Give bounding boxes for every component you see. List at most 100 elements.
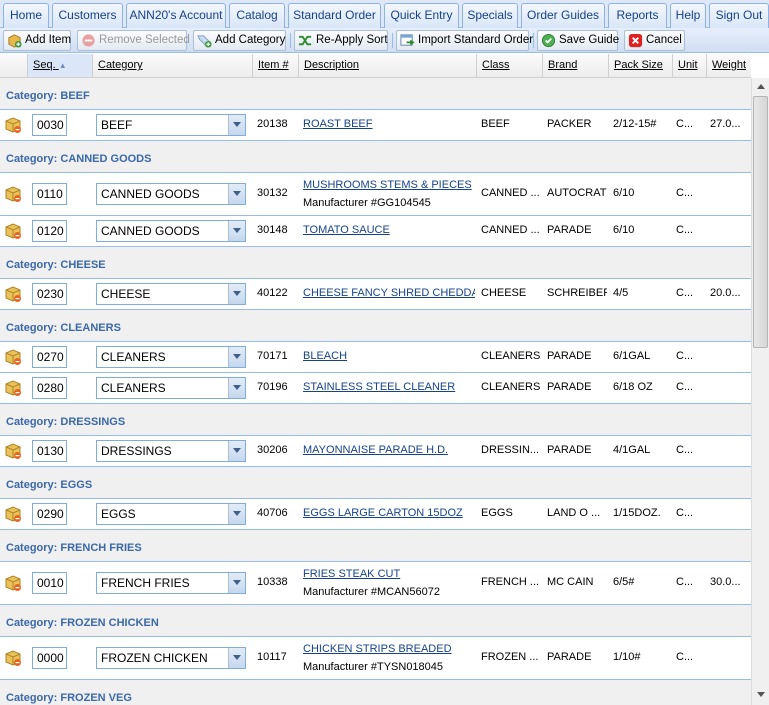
tab-reports[interactable]: Reports (608, 3, 667, 28)
chevron-down-icon[interactable] (228, 504, 245, 524)
category-select[interactable]: CHEESE (96, 283, 246, 305)
column-header-item[interactable]: Item # (252, 54, 298, 77)
remove-item-icon[interactable] (4, 505, 22, 523)
description-link[interactable]: TOMATO SAUCE (303, 224, 475, 236)
remove-item-icon[interactable] (4, 185, 22, 203)
column-header-seq[interactable]: Seq. ▲ (27, 54, 92, 77)
category-group-header[interactable]: Category: FROZEN CHICKEN (0, 605, 751, 637)
category-group-header[interactable]: Category: DRESSINGS (0, 404, 751, 436)
category-select[interactable]: FROZEN CHICKEN (96, 647, 246, 669)
category-select[interactable]: CLEANERS (96, 346, 246, 368)
table-row[interactable]: 0010 FRENCH FRIES 10338 FRIES STEAK CUT Manu… (0, 562, 751, 605)
tab-help[interactable]: Help (670, 3, 706, 28)
sequence-input[interactable]: 0270 (32, 346, 67, 368)
description-link[interactable]: BLEACH (303, 350, 475, 362)
description-link[interactable]: CHEESE FANCY SHRED CHEDDAR (303, 287, 475, 299)
column-header-brand[interactable]: Brand (542, 54, 608, 77)
column-header-description[interactable]: Description (298, 54, 476, 77)
tab-home[interactable]: Home (3, 3, 49, 28)
sequence-input[interactable]: 0010 (32, 572, 67, 594)
chevron-down-icon[interactable] (228, 648, 245, 668)
column-header-class[interactable]: Class (476, 54, 542, 77)
table-row[interactable]: 0280 CLEANERS 70196 STAINLESS STEEL CLEANER… (0, 373, 751, 404)
description-link[interactable]: EGGS LARGE CARTON 15DOZ (303, 507, 475, 519)
category-group-header[interactable]: Category: FRENCH FRIES (0, 530, 751, 562)
description-link[interactable]: CHICKEN STRIPS BREADED (303, 643, 475, 655)
remove-item-icon[interactable] (4, 285, 22, 303)
category-group-header[interactable]: Category: FROZEN VEG (0, 680, 751, 705)
remove-item-icon[interactable] (4, 222, 22, 240)
category-select[interactable]: FRENCH FRIES (96, 572, 246, 594)
column-header-weight[interactable]: Weight (706, 54, 751, 77)
tab-sign-out[interactable]: Sign Out (709, 3, 769, 28)
chevron-down-icon[interactable] (228, 573, 245, 593)
chevron-down-icon[interactable] (228, 347, 245, 367)
table-row[interactable]: 0230 CHEESE 40122 CHEESE FANCY SHRED CHEDDA… (0, 279, 751, 310)
description-link[interactable]: STAINLESS STEEL CLEANER (303, 381, 475, 393)
tab-specials[interactable]: Specials (462, 3, 518, 28)
category-select[interactable]: CLEANERS (96, 377, 246, 399)
tab-quick-entry[interactable]: Quick Entry (384, 3, 459, 28)
table-row[interactable]: 0290 EGGS 40706 EGGS LARGE CARTON 15DOZ EGGS… (0, 499, 751, 530)
sequence-input[interactable]: 0110 (32, 183, 67, 205)
chevron-down-icon[interactable] (228, 284, 245, 304)
description-link[interactable]: MUSHROOMS STEMS & PIECES (303, 179, 475, 191)
category-group-header[interactable]: Category: CLEANERS (0, 310, 751, 342)
scrollbar-thumb[interactable] (753, 96, 768, 348)
sequence-input[interactable]: 0290 (32, 503, 67, 525)
tab-standard-order[interactable]: Standard Order (288, 3, 381, 28)
description-link[interactable]: FRIES STEAK CUT (303, 568, 475, 580)
tab-customers[interactable]: Customers (52, 3, 123, 28)
remove-item-icon[interactable] (4, 379, 22, 397)
import-standard-order-button[interactable]: Import Standard Order (396, 30, 533, 51)
category-select[interactable]: EGGS (96, 503, 246, 525)
sequence-input[interactable]: 0000 (32, 647, 67, 669)
cancel-button[interactable]: Cancel (624, 30, 685, 51)
column-header-unit[interactable]: Unit (672, 54, 706, 77)
table-row[interactable]: 0000 FROZEN CHICKEN 10117 CHICKEN STRIPS BR… (0, 637, 751, 680)
category-group-header[interactable]: Category: EGGS (0, 467, 751, 499)
add-item-button[interactable]: Add Item (3, 30, 71, 51)
table-row[interactable]: 0270 CLEANERS 70171 BLEACH CLEANERS PARADE 6/1… (0, 342, 751, 373)
category-group-header[interactable]: Category: CANNED GOODS (0, 141, 751, 173)
column-header-pack-size[interactable]: Pack Size (608, 54, 672, 77)
remove-item-icon[interactable] (4, 442, 22, 460)
sequence-input[interactable]: 0130 (32, 440, 67, 462)
chevron-down-icon[interactable] (228, 115, 245, 135)
remove-item-icon[interactable] (4, 574, 22, 592)
category-select[interactable]: DRESSINGS (96, 440, 246, 462)
category-group-header[interactable]: Category: CHEESE (0, 247, 751, 279)
category-select[interactable]: CANNED GOODS (96, 183, 246, 205)
remove-item-icon[interactable] (4, 348, 22, 366)
remove-item-icon[interactable] (4, 649, 22, 667)
chevron-down-icon[interactable] (228, 184, 245, 204)
tab-catalog[interactable]: Catalog (229, 3, 285, 28)
table-row[interactable]: 0120 CANNED GOODS 30148 TOMATO SAUCE CANNED … (0, 216, 751, 247)
vertical-scrollbar[interactable] (751, 78, 769, 705)
category-select[interactable]: BEEF (96, 114, 246, 136)
chevron-down-icon[interactable] (228, 441, 245, 461)
chevron-down-icon[interactable] (228, 378, 245, 398)
tab-account[interactable]: ANN20's Account (126, 3, 226, 28)
sequence-input[interactable]: 0280 (32, 377, 67, 399)
reapply-sort-button[interactable]: Re-Apply Sort (294, 30, 388, 51)
category-group-header[interactable]: Category: BEEF (0, 78, 751, 110)
chevron-down-icon[interactable] (228, 221, 245, 241)
column-header-category[interactable]: Category (92, 54, 252, 77)
remove-item-icon[interactable] (4, 116, 22, 134)
table-row[interactable]: 0130 DRESSINGS 30206 MAYONNAISE PARADE H.D.… (0, 436, 751, 467)
table-row[interactable]: 0110 CANNED GOODS 30132 MUSHROOMS STEMS & P… (0, 173, 751, 216)
sequence-input[interactable]: 0230 (32, 283, 67, 305)
tab-order-guides[interactable]: Order Guides (521, 3, 605, 28)
add-category-button[interactable]: Add Category (193, 30, 286, 51)
scroll-up-icon[interactable] (757, 84, 765, 89)
sequence-input[interactable]: 0120 (32, 220, 67, 242)
description-link[interactable]: MAYONNAISE PARADE H.D. (303, 444, 475, 456)
sequence-input[interactable]: 0030 (32, 114, 67, 136)
description-link[interactable]: ROAST BEEF (303, 118, 475, 130)
save-guide-button[interactable]: Save Guide (537, 30, 619, 51)
category-select[interactable]: CANNED GOODS (96, 220, 246, 242)
scroll-down-icon[interactable] (757, 692, 765, 697)
table-row[interactable]: 0030 BEEF 20138 ROAST BEEF BEEF PACKER 2/12-15… (0, 110, 751, 141)
remove-selected-button[interactable]: Remove Selected (77, 30, 190, 51)
